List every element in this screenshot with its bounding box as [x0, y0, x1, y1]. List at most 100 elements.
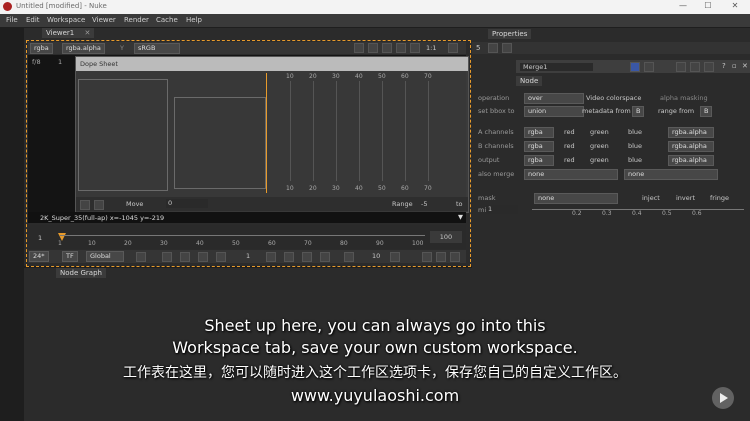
- ds-tool-icon[interactable]: [94, 200, 104, 210]
- timeline-ruler[interactable]: 1 1 10 20 30 40 50 60 70 80 90 100 100: [28, 225, 466, 249]
- revert-icon[interactable]: [704, 62, 714, 72]
- menu-workspace[interactable]: Workspace: [47, 16, 85, 24]
- inject-checkbox[interactable]: inject: [642, 194, 660, 202]
- a-channels-dropdown[interactable]: rgba: [524, 127, 554, 138]
- dope-sheet-panel[interactable]: Dope Sheet 10 20 30 40 50 60 70 10 20 30…: [75, 56, 469, 213]
- timeline-start[interactable]: 1: [38, 234, 42, 242]
- bbox-dropdown[interactable]: union: [524, 106, 584, 117]
- zoom-label[interactable]: 1:1: [426, 44, 436, 52]
- dope-sheet-timeline[interactable]: 10 20 30 40 50 60 70 10 20 30 40 50 60 7…: [266, 73, 466, 193]
- export-icon[interactable]: [450, 252, 460, 262]
- settings-icon[interactable]: [396, 43, 406, 53]
- a-red-checkbox[interactable]: red: [564, 128, 575, 136]
- tab-node-graph[interactable]: Node Graph: [56, 268, 106, 278]
- step-back-icon[interactable]: [344, 252, 354, 262]
- fringe-checkbox[interactable]: fringe: [710, 194, 729, 202]
- play-forward-icon[interactable]: [266, 252, 276, 262]
- panel-close-icon[interactable]: ✕: [742, 62, 748, 70]
- prev-key-icon[interactable]: [180, 252, 190, 262]
- invert-checkbox[interactable]: invert: [676, 194, 695, 202]
- menu-render[interactable]: Render: [124, 16, 149, 24]
- dope-sheet-tree[interactable]: [78, 79, 168, 191]
- loop-icon[interactable]: [136, 252, 146, 262]
- next-key-icon[interactable]: [302, 252, 312, 262]
- maximize-button[interactable]: ☐: [701, 1, 715, 13]
- ds-tool-icon[interactable]: [80, 200, 90, 210]
- viewer-tab-close-icon[interactable]: ✕: [84, 29, 90, 37]
- clear-panels-icon[interactable]: [488, 43, 498, 53]
- channels-dropdown[interactable]: rgba: [30, 43, 53, 54]
- move-value-field[interactable]: 0: [166, 199, 208, 208]
- a-green-checkbox[interactable]: green: [590, 128, 609, 136]
- out-red-checkbox[interactable]: red: [564, 156, 575, 164]
- menu-viewer[interactable]: Viewer: [92, 16, 116, 24]
- list-icon[interactable]: [368, 43, 378, 53]
- timeline-end-field[interactable]: 100: [430, 231, 462, 243]
- increment-field[interactable]: 10: [372, 252, 380, 260]
- menu-help[interactable]: Help: [186, 16, 202, 24]
- pause-icon[interactable]: [410, 43, 420, 53]
- also-merge-dropdown[interactable]: none: [524, 169, 618, 180]
- global-dropdown[interactable]: Global: [86, 251, 124, 262]
- alpha-dropdown[interactable]: rgba.alpha: [62, 43, 105, 54]
- out-green-checkbox[interactable]: green: [590, 156, 609, 164]
- node-color2-icon[interactable]: [644, 62, 654, 72]
- help-icon[interactable]: ?: [722, 62, 726, 70]
- b-green-checkbox[interactable]: green: [590, 142, 609, 150]
- a-blue-checkbox[interactable]: blue: [628, 128, 642, 136]
- last-frame-icon[interactable]: [320, 252, 330, 262]
- range-from-field[interactable]: -5: [421, 200, 427, 208]
- b-channels-dropdown[interactable]: rgba: [524, 141, 554, 152]
- prev-frame-icon[interactable]: [198, 252, 208, 262]
- b-alpha-dropdown[interactable]: rgba.alpha: [668, 141, 714, 152]
- metadata-from-label: metadata from: [582, 107, 631, 115]
- menu-cache[interactable]: Cache: [156, 16, 178, 24]
- undo-icon[interactable]: [676, 62, 686, 72]
- b-blue-checkbox[interactable]: blue: [628, 142, 642, 150]
- screen-icon[interactable]: [354, 43, 364, 53]
- redo-icon[interactable]: [690, 62, 700, 72]
- b-red-checkbox[interactable]: red: [564, 142, 575, 150]
- node-name-field[interactable]: Merge1: [520, 63, 593, 71]
- mask-dropdown[interactable]: none: [534, 193, 618, 204]
- mix-value-field[interactable]: 1: [486, 205, 518, 214]
- ds-tick-label: 50: [378, 185, 386, 192]
- current-frame-field[interactable]: 1: [246, 252, 250, 260]
- operation-dropdown[interactable]: over: [524, 93, 584, 104]
- lock-icon[interactable]: [436, 252, 446, 262]
- tab-properties[interactable]: Properties: [488, 29, 532, 39]
- metadata-from-dropdown[interactable]: B: [632, 106, 645, 117]
- refresh-icon[interactable]: [382, 43, 392, 53]
- flipbook-icon[interactable]: [422, 252, 432, 262]
- step-forward-icon[interactable]: [390, 252, 400, 262]
- view-mode-icon[interactable]: [448, 43, 458, 53]
- tf-dropdown[interactable]: TF: [62, 251, 78, 262]
- next-frame-icon[interactable]: [284, 252, 294, 262]
- a-alpha-dropdown[interactable]: rgba.alpha: [668, 127, 714, 138]
- fps-dropdown[interactable]: 24*: [29, 251, 49, 262]
- minimize-button[interactable]: —: [676, 1, 690, 13]
- play-backward-icon[interactable]: [216, 252, 226, 262]
- play-overlay-icon[interactable]: [712, 387, 734, 409]
- out-alpha-dropdown[interactable]: rgba.alpha: [668, 155, 714, 166]
- status-dropdown-icon[interactable]: ▼: [458, 213, 463, 221]
- tab-viewer1[interactable]: Viewer1 ✕: [42, 28, 95, 38]
- video-colorspace-checkbox[interactable]: Video colorspace: [586, 94, 641, 102]
- lut-dropdown[interactable]: sRGB: [134, 43, 180, 54]
- tab-node[interactable]: Node: [516, 76, 543, 86]
- ds-tick-label: 60: [401, 73, 409, 80]
- float-icon[interactable]: ▫: [732, 62, 737, 70]
- y-toggle[interactable]: Y: [120, 44, 124, 52]
- alpha-masking-checkbox[interactable]: alpha masking: [660, 94, 708, 102]
- range-from-dropdown[interactable]: B: [700, 106, 713, 117]
- also-merge-dropdown-2[interactable]: none: [624, 169, 718, 180]
- node-color-icon[interactable]: [630, 62, 640, 72]
- lock-panels-icon[interactable]: [502, 43, 512, 53]
- output-dropdown[interactable]: rgba: [524, 155, 554, 166]
- dope-sheet-titlebar[interactable]: Dope Sheet: [76, 57, 468, 71]
- menu-edit[interactable]: Edit: [26, 16, 40, 24]
- menu-file[interactable]: File: [6, 16, 18, 24]
- close-button[interactable]: ✕: [728, 1, 742, 13]
- out-blue-checkbox[interactable]: blue: [628, 156, 642, 164]
- first-frame-icon[interactable]: [162, 252, 172, 262]
